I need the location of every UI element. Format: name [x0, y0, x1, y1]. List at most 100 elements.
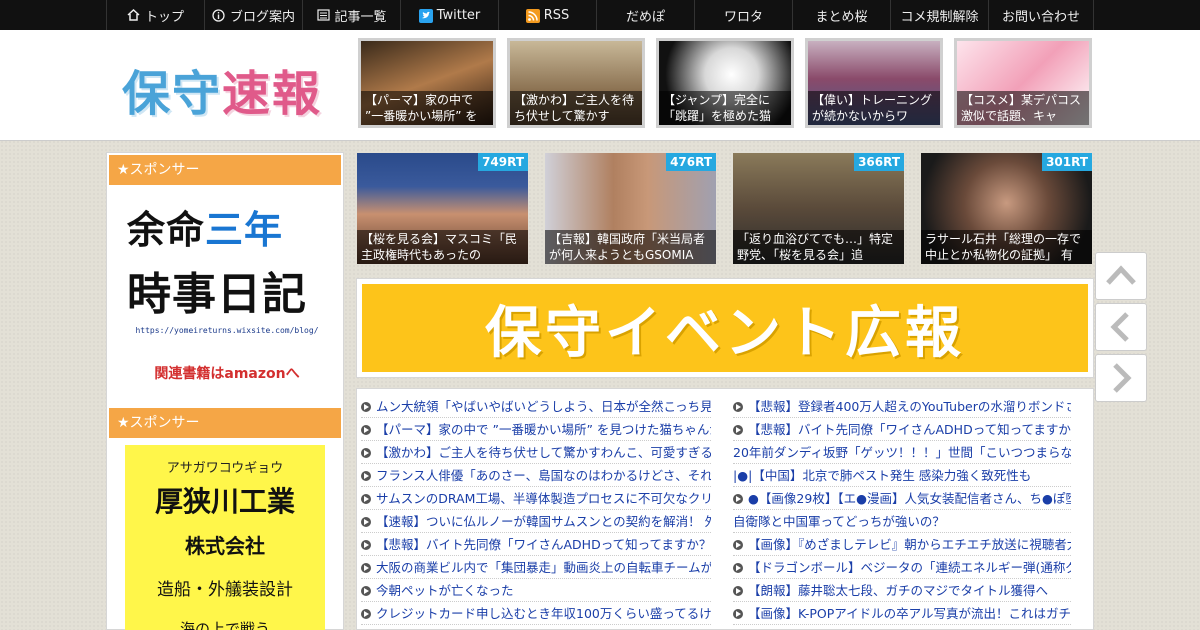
nav-item-top[interactable]: トップ: [106, 0, 204, 30]
bullet-icon: [361, 609, 371, 619]
article-list: ムン大統領「やばいやばいどうしよう、日本が全然こっち見な 【パーマ】家の中で ”…: [356, 388, 1094, 630]
sidebar: ★スポンサー 余命三年 時事日記 https://yomeireturns.wi…: [106, 152, 344, 630]
nav-item-comment-unblock[interactable]: コメ規制解除: [890, 0, 988, 30]
featured-article[interactable]: 366RT 「返り血浴びてでも…」特定野党、「桜を見る会」追: [733, 153, 904, 264]
ad-url: https://yomeireturns.wixsite.com/blog/: [135, 326, 319, 335]
sponsor-ad-asagawa[interactable]: アサガワコウギョウ 厚狭川工業 株式会社 造船・外艤装設計 海の上で戦う: [125, 445, 325, 630]
bullet-icon: [361, 517, 371, 527]
list-item[interactable]: |●|【中国】北京で肺ペスト発生 感染力強く致死性も: [733, 464, 1071, 487]
previous-button[interactable]: [1095, 303, 1147, 351]
nav-label: ワロタ: [723, 9, 763, 25]
nav-label: Twitter: [436, 7, 481, 23]
retweet-badge: 749RT: [478, 153, 528, 171]
site-logo[interactable]: 保守速報: [122, 54, 322, 124]
list-item[interactable]: 今朝ペットが亡くなった: [361, 579, 711, 602]
bullet-icon: [733, 586, 743, 596]
rss-icon: [525, 9, 540, 23]
thumb-caption: 【パーマ】家の中で ”一番暖かい場所” を: [361, 91, 493, 125]
bullet-icon: [361, 471, 371, 481]
nav-item-twitter[interactable]: Twitter: [400, 0, 498, 30]
header-thumb[interactable]: 【パーマ】家の中で ”一番暖かい場所” を: [358, 38, 496, 128]
header-thumbnails: 【パーマ】家の中で ”一番暖かい場所” を 【激かわ】ご主人を待ち伏せして驚かす…: [358, 38, 1092, 128]
nav-item-rss[interactable]: RSS: [498, 0, 596, 30]
site-header: 保守速報 【パーマ】家の中で ”一番暖かい場所” を 【激かわ】ご主人を待ち伏せ…: [0, 30, 1200, 141]
nav-item-blog-guide[interactable]: ブログ案内: [204, 0, 302, 30]
info-icon: [212, 9, 226, 22]
bullet-icon: [733, 609, 743, 619]
list-item[interactable]: フランス人俳優「あのさー、島国なのはわかるけどさ、それ差: [361, 464, 711, 487]
ad-kana: アサガワコウギョウ: [166, 461, 284, 476]
ad-company-type: 株式会社: [185, 534, 265, 558]
nav-item-article-list[interactable]: 記事一覧: [302, 0, 400, 30]
bullet-icon: [361, 425, 371, 435]
list-item[interactable]: 【パーマ】家の中で ”一番暖かい場所” を見つけた猫ちゃんが可: [361, 418, 711, 441]
featured-caption: 「返り血浴びてでも…」特定野党、「桜を見る会」追: [733, 230, 904, 264]
nav-item-damepo[interactable]: だめぽ: [596, 0, 694, 30]
bullet-icon: [361, 402, 371, 412]
sponsor-heading: ★スポンサー: [109, 155, 341, 185]
bullet-icon: [361, 586, 371, 596]
event-banner[interactable]: 保守イベント広報: [356, 278, 1094, 378]
list-item[interactable]: 【悲報】登録者400万人超えのYouTuberの水溜りボンドさん、ネ: [733, 395, 1071, 418]
home-icon: [127, 8, 141, 21]
list-item[interactable]: 【ドラゴンボール】ベジータの「連続エネルギー弾(通称グミ打: [733, 556, 1071, 579]
list-item[interactable]: 自衛隊と中国軍ってどっちが強いの？: [733, 510, 1071, 533]
thumb-caption: 【偉い】トレーニングが続かないからワ: [808, 91, 940, 125]
nav-label: トップ: [144, 9, 184, 25]
ad-business: 造船・外艤装設計: [157, 580, 293, 600]
list-item[interactable]: サムスンのDRAM工場、半導体製造プロセスに不可欠なクリー: [361, 487, 711, 510]
list-item[interactable]: 20年前ダンディ坂野「ゲッツ！！！」世間「こいつつまらない: [733, 441, 1071, 464]
featured-caption: ラサール石井「総理の一存で中止とか私物化の証拠」 有: [921, 230, 1092, 264]
bullet-icon: [361, 563, 371, 573]
bullet-icon: [733, 540, 743, 550]
header-thumb[interactable]: 【コスメ】某デパコス激似で話題、キャ: [954, 38, 1092, 128]
nav-label: コメ規制解除: [900, 9, 979, 25]
featured-article[interactable]: 749RT 【桜を見る会】マスコミ「民主政権時代もあったの: [357, 153, 528, 264]
ad-company-name: 厚狭川工業: [154, 485, 295, 518]
sponsor-heading: ★スポンサー: [109, 408, 341, 438]
list-item[interactable]: 【朗報】藤井聡太七段、ガチのマジでタイトル獲得へ: [733, 579, 1071, 602]
sponsor-ad-yomei[interactable]: 余命三年 時事日記 https://yomeireturns.wixsite.c…: [127, 199, 327, 384]
top-nav: トップ ブログ案内 記事一覧 Twitter RSS だめぽ ワロタ まとめ桜 …: [0, 0, 1200, 30]
retweet-badge: 366RT: [854, 153, 904, 171]
chevron-left-icon: [1110, 312, 1129, 342]
ad-line-2: 時事日記: [127, 269, 307, 320]
list-item[interactable]: 【悲報】バイト先同僚「ワイさんADHDって知ってますか？」: [361, 533, 711, 556]
bullet-icon: [733, 402, 743, 412]
list-item[interactable]: クレジットカード申し込むとき年収100万くらい盛ってるけど: [361, 602, 711, 625]
retweet-badge: 476RT: [666, 153, 716, 171]
header-thumb[interactable]: 【ジャンプ】完全に「跳躍」を極めた猫: [656, 38, 794, 128]
header-thumb[interactable]: 【激かわ】ご主人を待ち伏せして驚かす: [507, 38, 645, 128]
list-item[interactable]: 大阪の商業ビル内で「集団暴走」動画炎上の自転車チームが謝: [361, 556, 711, 579]
logo-part-2: 速報: [222, 66, 323, 122]
featured-caption: 【吉報】韓国政府「米当局者が何人来ようともGSOMIA: [545, 230, 716, 264]
bullet-icon: [361, 494, 371, 504]
list-item[interactable]: 【激かわ】ご主人を待ち伏せして驚かすわんこ、可愛すぎるっ: [361, 441, 711, 464]
list-item[interactable]: 【画像】K-POPアイドルの卒アル写真が流出！これはガチでヤ: [733, 602, 1071, 625]
list-item[interactable]: ムン大統領「やばいやばいどうしよう、日本が全然こっち見な: [361, 395, 711, 418]
list-item[interactable]: ●【画像29枚】【エ●漫画】人気女装配信者さん、ち●ぽ堕ちし: [733, 487, 1071, 510]
list-item[interactable]: 【悲報】バイト先同僚「ワイさんADHDって知ってますか？」: [733, 418, 1071, 441]
thumb-caption: 【ジャンプ】完全に「跳躍」を極めた猫: [659, 91, 791, 125]
ad-amazon-link[interactable]: 関連書籍はamazonへ: [127, 363, 327, 383]
thumb-caption: 【コスメ】某デパコス激似で話題、キャ: [957, 91, 1089, 125]
retweet-badge: 301RT: [1042, 153, 1092, 171]
nav-label: RSS: [543, 7, 570, 23]
scroll-top-button[interactable]: [1095, 252, 1147, 300]
list-item[interactable]: 【速報】ついに仏ルノーが韓国サムスンとの契約を解消！ 外: [361, 510, 711, 533]
nav-item-contact[interactable]: お問い合わせ: [988, 0, 1094, 30]
featured-article[interactable]: 476RT 【吉報】韓国政府「米当局者が何人来ようともGSOMIA: [545, 153, 716, 264]
bullet-icon: [733, 425, 743, 435]
twitter-icon: [418, 9, 433, 23]
nav-label: だめぽ: [625, 9, 665, 25]
next-button[interactable]: [1095, 354, 1147, 402]
featured-article[interactable]: 301RT ラサール石井「総理の一存で中止とか私物化の証拠」 有: [921, 153, 1092, 264]
header-thumb[interactable]: 【偉い】トレーニングが続かないからワ: [805, 38, 943, 128]
nav-item-matome-sakura[interactable]: まとめ桜: [792, 0, 890, 30]
list-item[interactable]: 【画像】『めざましテレビ』朝からエチエチ放送に視聴者大興: [733, 533, 1071, 556]
featured-articles: 749RT 【桜を見る会】マスコミ「民主政権時代もあったの 476RT 【吉報】…: [357, 153, 1092, 264]
nav-label: まとめ桜: [815, 9, 868, 25]
bullet-icon: [733, 563, 743, 573]
nav-item-warota[interactable]: ワロタ: [694, 0, 792, 30]
logo-part-1: 保守: [122, 66, 223, 122]
